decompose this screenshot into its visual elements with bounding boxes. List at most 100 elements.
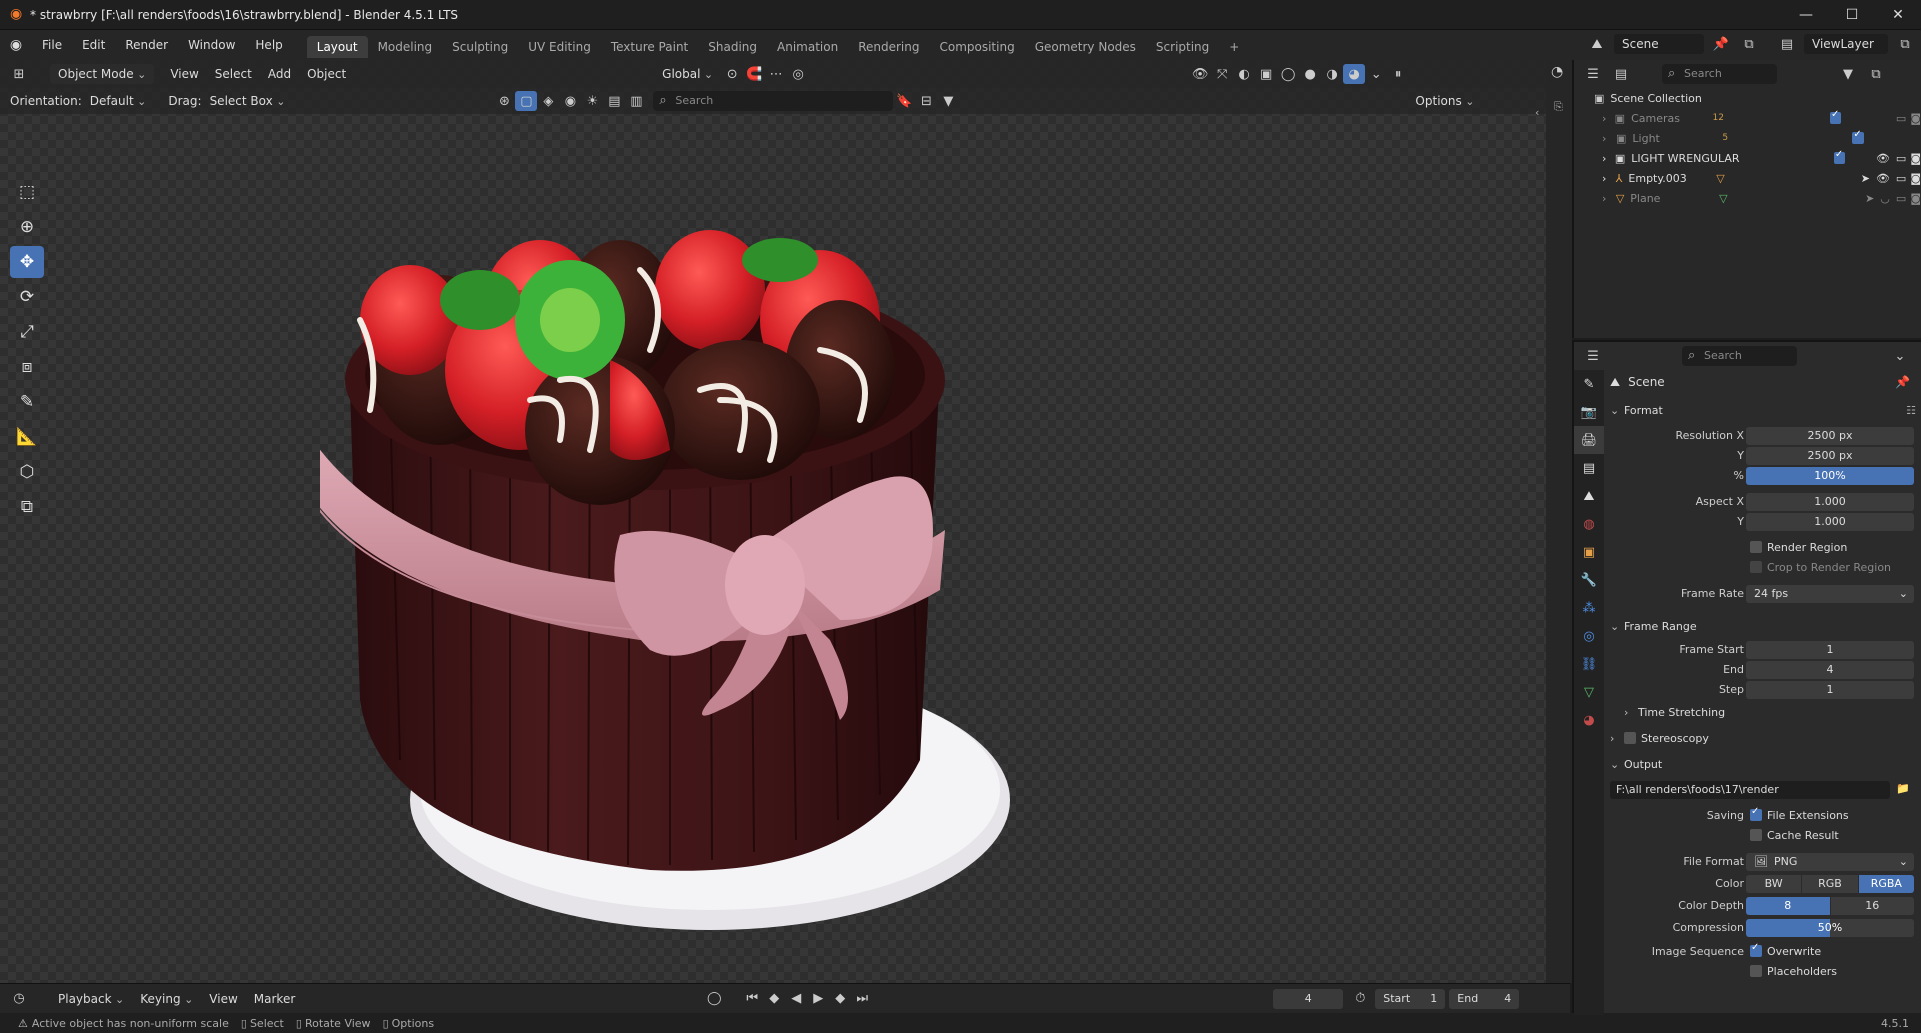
jump-end-icon[interactable]: ⏭	[851, 989, 873, 1009]
snap-icon[interactable]: 🧲	[743, 64, 765, 84]
object-tab-icon[interactable]: ▣	[1574, 538, 1604, 566]
tab-layout[interactable]: Layout	[306, 36, 368, 58]
editor-type-icon[interactable]: ⊞	[8, 64, 30, 84]
format-panel-header[interactable]: ⌄ Format ☷	[1610, 400, 1920, 422]
resolution-y-field[interactable]: 2500 px	[1746, 447, 1914, 465]
next-keyframe-icon[interactable]: ◆	[829, 989, 851, 1009]
timeline-view-menu[interactable]: View	[201, 989, 245, 1009]
viewport-search-input[interactable]: Search	[653, 91, 894, 111]
pin-icon[interactable]: 📌	[1895, 375, 1910, 389]
3d-viewport[interactable]: ⊞ Object Mode View Select Add Object Glo…	[0, 60, 1546, 983]
output-panel-header[interactable]: ⌄ Output	[1610, 754, 1920, 776]
stereoscopy-panel-header[interactable]: › Stereoscopy	[1610, 728, 1920, 750]
tab-animation[interactable]: Animation	[767, 36, 848, 58]
maximize-button[interactable]: ☐	[1829, 0, 1875, 30]
crop-region-checkbox[interactable]: Crop to Render Region	[1750, 561, 1891, 574]
menu-edit[interactable]: Edit	[72, 30, 115, 60]
monitor-icon[interactable]: ▭	[1896, 152, 1906, 165]
solid-shading-icon[interactable]: ●	[1299, 64, 1321, 84]
menu-window[interactable]: Window	[178, 30, 245, 60]
overwrite-checkbox[interactable]: Overwrite	[1750, 942, 1821, 958]
time-stretching-subpanel[interactable]: › Time Stretching	[1624, 702, 1921, 724]
scene-icon[interactable]: ⛰	[1586, 34, 1608, 54]
material-shading-icon[interactable]: ◑	[1321, 64, 1343, 84]
frame-start-field[interactable]: 1	[1746, 641, 1914, 659]
scene-name-field[interactable]: Scene	[1614, 34, 1704, 54]
gizmo-icon[interactable]: ⤧	[1211, 64, 1233, 84]
select-light-icon[interactable]: ☀	[581, 91, 603, 111]
depth-8-option[interactable]: 8	[1746, 897, 1830, 915]
aspect-x-field[interactable]: 1.000	[1746, 493, 1914, 511]
wireframe-shading-icon[interactable]: ◯	[1277, 64, 1299, 84]
properties-options-icon[interactable]: ⌄	[1889, 346, 1911, 366]
menu-file[interactable]: File	[32, 30, 72, 60]
camera-render-icon[interactable]: ◙	[1910, 172, 1921, 185]
outliner-item-cameras[interactable]: › ▣ Cameras 12 ▭ ◙	[1574, 108, 1921, 128]
presets-icon[interactable]: ☷	[1906, 400, 1916, 422]
properties-search-input[interactable]: Search	[1682, 346, 1797, 366]
scene-tab-icon[interactable]: ⛰	[1574, 482, 1604, 510]
tab-sculpting[interactable]: Sculpting	[442, 36, 518, 58]
data-tab-icon[interactable]: ▽	[1574, 678, 1604, 706]
tool-tab-icon[interactable]: ✎	[1574, 370, 1604, 398]
cache-result-checkbox[interactable]: Cache Result	[1750, 829, 1839, 842]
menu-add[interactable]: Add	[260, 64, 299, 84]
file-extensions-checkbox[interactable]: File Extensions	[1750, 806, 1849, 822]
monitor-icon[interactable]: ▭	[1896, 172, 1906, 185]
xray-icon[interactable]: ▣	[1255, 64, 1277, 84]
expand-icon[interactable]: ›	[1602, 132, 1616, 145]
end-frame-field[interactable]: End 4	[1449, 988, 1520, 1009]
depth-16-option[interactable]: 16	[1830, 897, 1914, 915]
render-region-checkbox[interactable]: Render Region	[1750, 541, 1847, 554]
play-icon[interactable]: ▶	[807, 989, 829, 1009]
add-workspace-button[interactable]: +	[1219, 36, 1249, 58]
orientation-dropdown[interactable]: Default	[82, 91, 155, 111]
jump-start-icon[interactable]: ⏮	[741, 989, 763, 1009]
move-tool-icon[interactable]: ✥	[10, 246, 44, 278]
compression-slider[interactable]: 50%	[1746, 919, 1914, 937]
view-options-icon[interactable]: ⊟	[915, 91, 937, 111]
expand-icon[interactable]: ›	[1602, 172, 1616, 185]
monitor-icon[interactable]: ▭	[1896, 192, 1906, 205]
color-rgba-option[interactable]: RGBA	[1858, 875, 1914, 893]
frame-step-field[interactable]: 1	[1746, 681, 1914, 699]
tab-geometry-nodes[interactable]: Geometry Nodes	[1025, 36, 1146, 58]
snap-target-icon[interactable]: ⋯	[765, 64, 787, 84]
new-collection-icon[interactable]: ⧉	[1865, 64, 1887, 84]
select-curve-icon[interactable]: ◉	[559, 91, 581, 111]
tab-rendering[interactable]: Rendering	[848, 36, 929, 58]
shading-options-icon[interactable]: ⌄	[1365, 64, 1387, 84]
keying-menu[interactable]: Keying	[132, 989, 201, 1009]
placeholders-checkbox[interactable]: Placeholders	[1750, 965, 1837, 978]
prev-keyframe-icon[interactable]: ◆	[763, 989, 785, 1009]
minimize-button[interactable]: —	[1783, 0, 1829, 30]
eye-icon[interactable]: 👁	[1876, 152, 1890, 165]
auto-keying-icon[interactable]: ◯	[703, 989, 725, 1009]
monitor-icon[interactable]: ▭	[1896, 112, 1906, 125]
camera-render-icon[interactable]: ◙	[1910, 152, 1921, 165]
view-layer-name-field[interactable]: ViewLayer	[1804, 34, 1888, 54]
file-format-dropdown[interactable]: 🖼 PNG ⌄	[1746, 853, 1914, 871]
output-path-field[interactable]: F:\all renders\foods\17\render	[1610, 781, 1890, 799]
current-frame-field[interactable]: 4	[1273, 988, 1344, 1009]
close-button[interactable]: ✕	[1875, 0, 1921, 30]
proportional-edit-icon[interactable]: ◎	[787, 64, 809, 84]
frame-rate-dropdown[interactable]: 24 fps ⌄	[1746, 585, 1914, 603]
pin-icon[interactable]: 📌	[1710, 34, 1732, 54]
include-checkbox[interactable]	[1833, 149, 1845, 164]
navigation-gizmo-icon[interactable]: ◔	[1551, 64, 1563, 80]
tab-texture-paint[interactable]: Texture Paint	[601, 36, 698, 58]
tab-uv-editing[interactable]: UV Editing	[518, 36, 601, 58]
material-tab-icon[interactable]: ◕	[1574, 706, 1604, 734]
view-layer-icon[interactable]: ▤	[1776, 34, 1798, 54]
playback-menu[interactable]: Playback	[50, 989, 132, 1009]
outliner-item-light-wrengular[interactable]: › ▣ LIGHT WRENGULAR 👁 ▭ ◙	[1574, 148, 1921, 168]
properties-editor-icon[interactable]: ☰	[1582, 346, 1604, 366]
select-arrow-icon[interactable]: ➤	[1861, 172, 1870, 185]
visibility-icon[interactable]: 👁	[1189, 64, 1211, 84]
cursor-tool-icon[interactable]: ⊕	[10, 211, 44, 243]
menu-help[interactable]: Help	[245, 30, 292, 60]
outliner-filter-icon[interactable]: ▼	[1837, 64, 1859, 84]
scale-tool-icon[interactable]: ⤢	[10, 316, 44, 348]
outliner-editor-icon[interactable]: ☰	[1582, 64, 1604, 84]
